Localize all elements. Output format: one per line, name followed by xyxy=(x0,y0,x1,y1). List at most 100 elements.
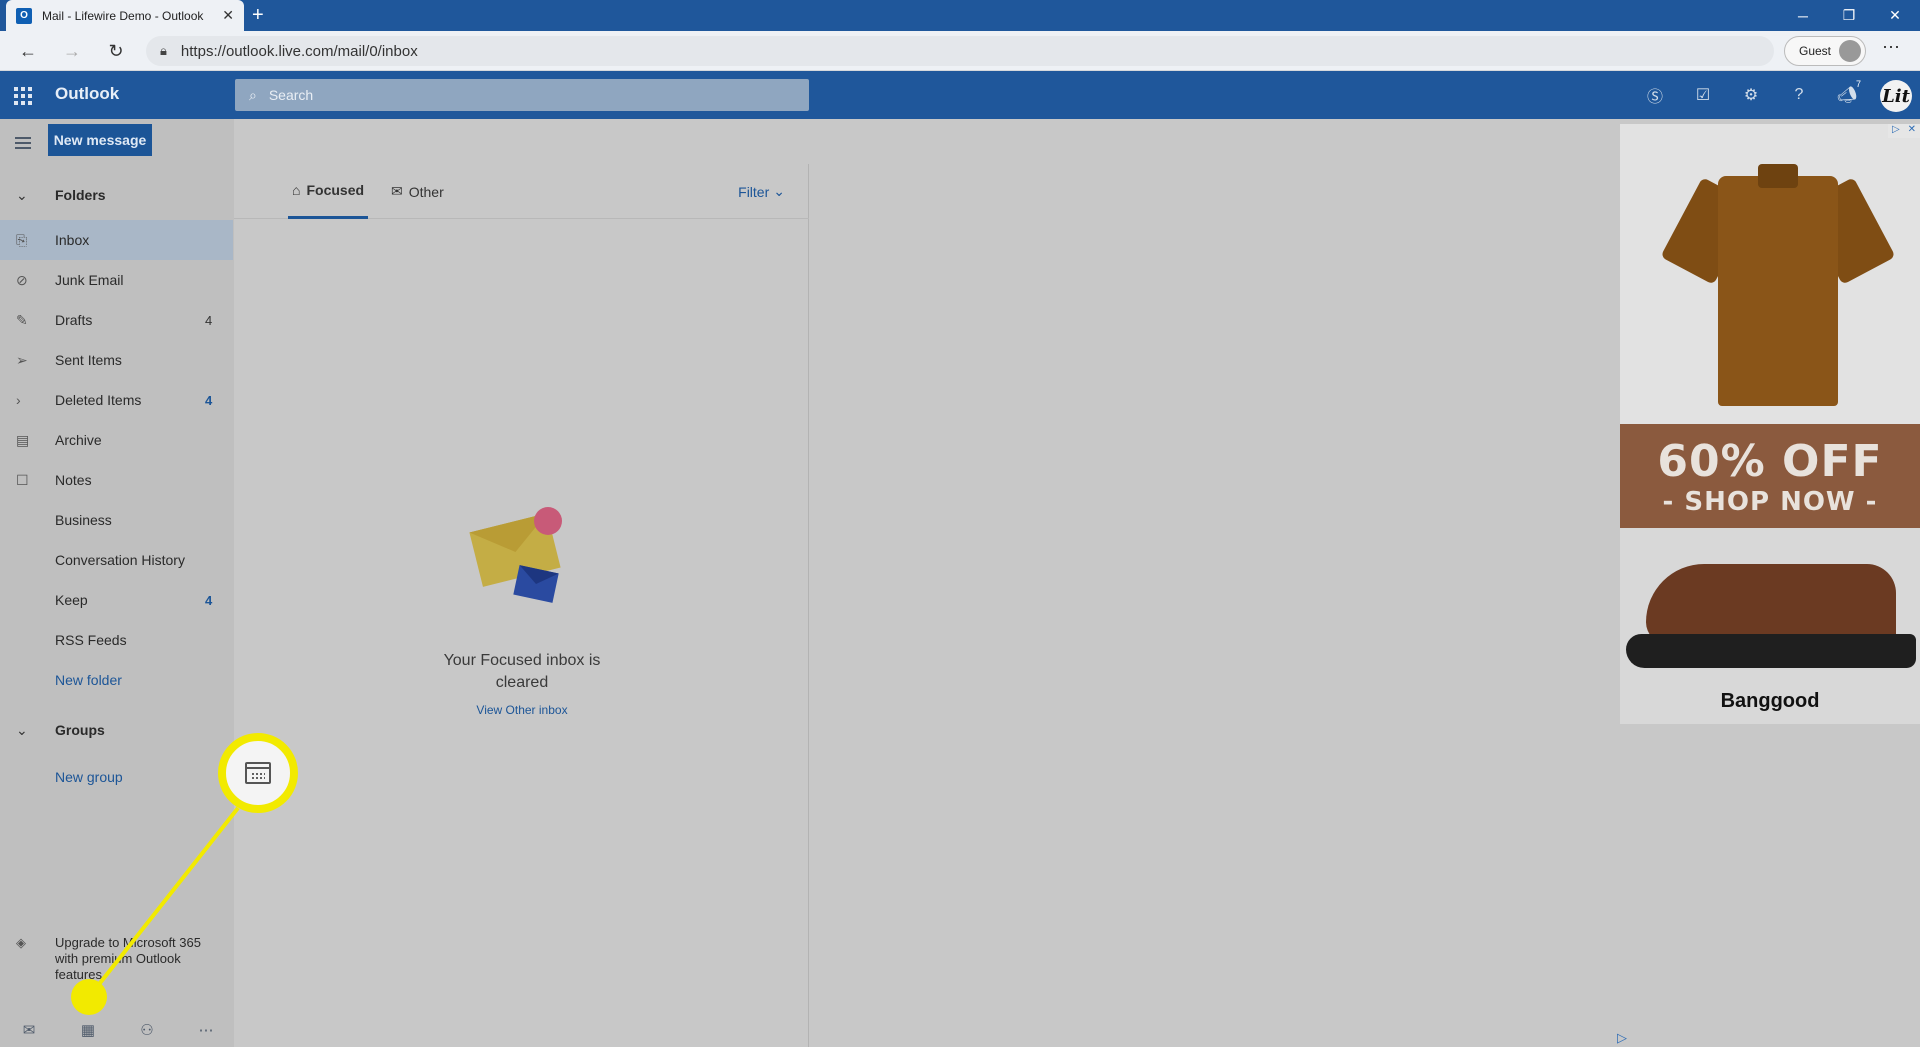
folder-sent-items[interactable]: ➢ Sent Items xyxy=(0,340,233,380)
tab-focused[interactable]: ⌂ Focused xyxy=(288,164,369,219)
ad-brand: Banggood xyxy=(1720,690,1820,712)
folder-drafts[interactable]: ✎ Drafts 4 xyxy=(0,300,233,340)
pencil-icon: ✎ xyxy=(16,311,28,328)
archive-icon: ▤ xyxy=(16,431,30,448)
note-icon: ☐ xyxy=(16,471,29,488)
other-inbox-icon: ✉ xyxy=(391,183,403,199)
folder-label: Conversation History xyxy=(55,552,185,568)
folder-count: 4 xyxy=(205,392,213,408)
mail-icon[interactable]: ✉ xyxy=(14,1012,44,1047)
folder-business[interactable]: Business xyxy=(0,500,233,540)
folder-count: 4 xyxy=(205,592,213,608)
browser-tab[interactable]: O Mail - Lifewire Demo - Outlook ✕ xyxy=(6,0,244,31)
blocked-icon: ⊘ xyxy=(16,271,28,288)
filter-label: Filter xyxy=(738,183,770,200)
skype-icon[interactable]: Ⓢ xyxy=(1643,83,1667,107)
folder-conversation-history[interactable]: Conversation History xyxy=(0,540,233,580)
filter-button[interactable]: Filter ⌄ xyxy=(738,164,785,219)
new-folder-link[interactable]: New folder xyxy=(0,660,233,700)
folder-label: Business xyxy=(55,512,112,528)
folder-rss-feeds[interactable]: RSS Feeds xyxy=(0,620,233,660)
outlook-favicon-icon: O xyxy=(16,7,32,24)
folders-section-header[interactable]: ⌄ Folders xyxy=(0,175,234,215)
upgrade-banner[interactable]: ◈ Upgrade to Microsoft 365 with premium … xyxy=(0,935,234,995)
module-switcher: ✉ ▦ ⚇ ⋯ xyxy=(0,1012,234,1047)
chevron-down-icon: ⌄ xyxy=(16,186,28,203)
search-box[interactable]: ⌕ Search xyxy=(235,79,809,111)
folder-deleted-items[interactable]: › Deleted Items 4 xyxy=(0,380,233,420)
adchoices-icon[interactable]: ▷ xyxy=(1617,1030,1627,1046)
tab-other[interactable]: ✉ Other xyxy=(391,164,444,219)
chevron-down-icon: ⌄ xyxy=(16,721,28,738)
minimize-icon[interactable]: ─ xyxy=(1780,0,1826,31)
calendar-icon xyxy=(245,762,271,784)
profile-button[interactable]: Guest xyxy=(1784,36,1866,66)
folder-label: Archive xyxy=(55,432,102,448)
groups-section-header[interactable]: ⌄ Groups xyxy=(0,710,234,750)
new-group-link[interactable]: New group xyxy=(0,757,233,797)
ad-offer: 60% OFF - SHOP NOW - xyxy=(1620,424,1920,528)
tab-focused-label: Focused xyxy=(306,182,365,198)
help-icon[interactable]: ? xyxy=(1787,83,1811,107)
folder-inbox[interactable]: ⎘ Inbox xyxy=(0,220,233,260)
empty-inbox-message: Your Focused inbox is cleared xyxy=(443,652,601,691)
chevron-right-icon[interactable]: › xyxy=(0,392,55,408)
people-icon[interactable]: ⚇ xyxy=(132,1012,162,1047)
message-list xyxy=(234,164,809,1047)
more-apps-icon[interactable]: ⋯ xyxy=(191,1012,221,1047)
empty-inbox-illustration-icon xyxy=(469,505,570,605)
refresh-icon[interactable]: ↻ xyxy=(102,37,130,65)
reading-pane xyxy=(810,164,1620,1047)
browser-menu-icon[interactable]: ⋯ xyxy=(1882,37,1900,58)
forward-icon[interactable]: → xyxy=(58,37,86,65)
close-window-icon[interactable]: ✕ xyxy=(1872,0,1918,31)
app-name[interactable]: Outlook xyxy=(55,84,119,104)
folder-count: 4 xyxy=(205,312,213,328)
lock-icon: 🔒︎ xyxy=(160,43,167,58)
new-folder-label: New folder xyxy=(55,672,122,688)
back-icon[interactable]: ← xyxy=(14,37,42,65)
folder-label: Sent Items xyxy=(55,352,122,368)
search-placeholder: Search xyxy=(268,87,314,103)
hamburger-menu-icon[interactable] xyxy=(15,137,31,149)
send-icon: ➢ xyxy=(16,351,28,368)
address-bar: ← → ↻ 🔒︎ https://outlook.live.com/mail/0… xyxy=(0,31,1920,71)
new-group-label: New group xyxy=(55,769,123,785)
folder-keep[interactable]: Keep 4 xyxy=(0,580,233,620)
ad-offer-cta: - SHOP NOW - xyxy=(1662,486,1878,517)
advertisement[interactable]: 60% OFF - SHOP NOW - Banggood xyxy=(1620,124,1920,724)
restore-icon[interactable]: ❐ xyxy=(1826,0,1872,31)
settings-gear-icon[interactable]: ⚙ xyxy=(1739,83,1763,107)
profile-label: Guest xyxy=(1799,44,1832,58)
ad-close-icon[interactable]: ▷ ✕ xyxy=(1888,124,1920,138)
folder-pane: New message ⌄ Folders ⎘ Inbox ⊘ Junk Ema… xyxy=(0,119,234,1047)
ad-offer-headline: 60% OFF xyxy=(1657,435,1883,487)
url-field[interactable]: 🔒︎ https://outlook.live.com/mail/0/inbox xyxy=(146,36,1774,66)
profile-avatar-icon xyxy=(1839,40,1862,62)
account-avatar[interactable]: Lit xyxy=(1880,80,1912,112)
calendar-icon[interactable]: ▦ xyxy=(73,1012,103,1047)
browser-tab-title: Mail - Lifewire Demo - Outlook xyxy=(42,8,204,23)
shirt-image xyxy=(1660,146,1896,406)
folder-junk-email[interactable]: ⊘ Junk Email xyxy=(0,260,233,300)
callout-zoom-calendar xyxy=(218,733,298,813)
folder-archive[interactable]: ▤ Archive xyxy=(0,420,233,460)
folder-label: Drafts xyxy=(55,312,93,328)
notification-badge: 7 xyxy=(1855,79,1861,89)
groups-label: Groups xyxy=(55,722,105,738)
folder-label: Notes xyxy=(55,472,92,488)
folder-notes[interactable]: ☐ Notes xyxy=(0,460,233,500)
whats-new-megaphone-icon[interactable]: 📣︎ 7 xyxy=(1835,79,1861,107)
new-tab-icon[interactable]: + xyxy=(252,4,264,27)
view-other-inbox-link[interactable]: View Other inbox xyxy=(434,703,610,717)
close-tab-icon[interactable]: ✕ xyxy=(222,7,234,24)
app-launcher-icon[interactable] xyxy=(14,87,32,105)
folder-label: Inbox xyxy=(55,232,90,248)
outlook-header: Outlook ⌕ Search Ⓢ ☑ ⚙ ? 📣︎ 7 Lit xyxy=(0,71,1920,119)
my-day-icon[interactable]: ☑ xyxy=(1691,83,1715,107)
inbox-tabs: ⌂ Focused ✉ Other Filter ⌄ xyxy=(234,164,809,219)
diamond-icon: ◈ xyxy=(16,935,26,950)
new-message-button[interactable]: New message xyxy=(48,124,152,156)
folder-label: Keep xyxy=(55,592,88,608)
folder-label: Deleted Items xyxy=(55,392,142,408)
